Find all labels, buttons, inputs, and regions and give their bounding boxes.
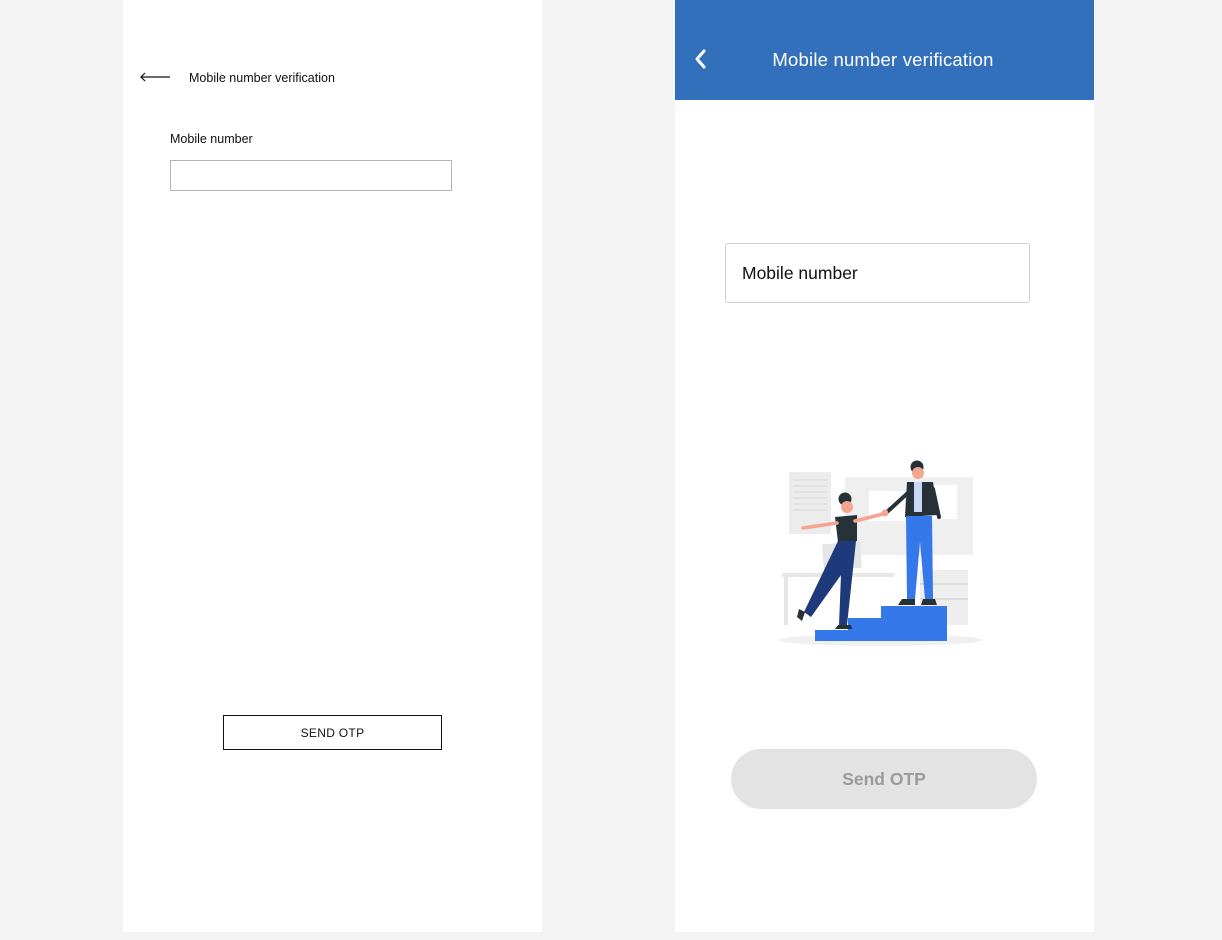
send-otp-button[interactable]: SEND OTP bbox=[223, 715, 442, 750]
back-arrow-icon[interactable] bbox=[139, 70, 171, 84]
mobile-number-input[interactable]: Mobile number bbox=[725, 243, 1030, 303]
mobile-number-input[interactable] bbox=[170, 160, 452, 191]
people-climbing-stairs-illustration bbox=[775, 455, 995, 655]
page-title: Mobile number verification bbox=[772, 49, 994, 70]
mobile-number-label: Mobile number bbox=[170, 132, 253, 146]
page-title: Mobile number verification bbox=[189, 71, 335, 85]
mobile-number-placeholder: Mobile number bbox=[742, 262, 858, 283]
app-bar: Mobile number verification bbox=[675, 0, 1094, 100]
design-screen: Mobile number verification Mobile number bbox=[675, 0, 1094, 932]
wireframe-screen: Mobile number verification Mobile number… bbox=[123, 0, 542, 932]
send-otp-button[interactable]: Send OTP bbox=[731, 749, 1037, 809]
